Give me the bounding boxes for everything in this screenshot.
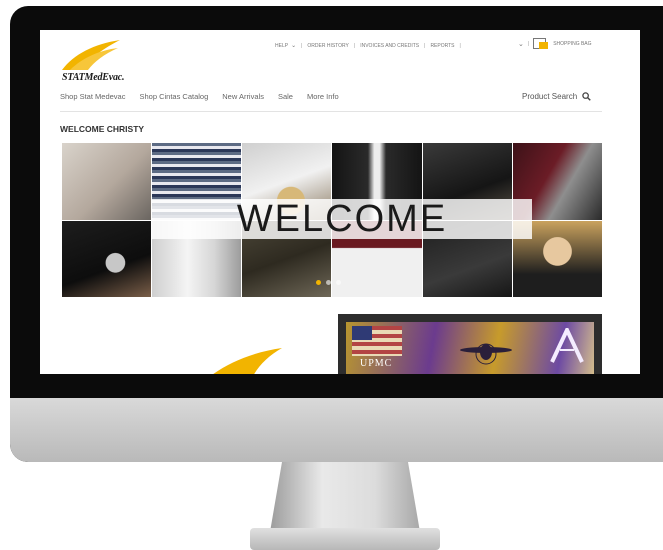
nav-shop-cintas-catalog[interactable]: Shop Cintas Catalog — [139, 92, 208, 101]
util-order-history[interactable]: ORDER HISTORY — [307, 43, 349, 49]
utility-nav: HELP ⌄ | ORDER HISTORY | INVOICES AND CR… — [275, 42, 463, 50]
plane-icon — [460, 343, 512, 365]
carousel-dot[interactable] — [326, 280, 331, 285]
hero-banner-text: WELCOME — [152, 198, 532, 240]
promo-banner[interactable]: UPMC — [338, 314, 602, 374]
logo-swoosh-icon — [62, 40, 120, 70]
monitor-chin — [10, 398, 663, 462]
carousel-dots — [316, 280, 341, 285]
carousel-dot[interactable] — [316, 280, 321, 285]
logo-text: STATMedEvac. — [62, 72, 125, 83]
flag-graphic — [352, 326, 402, 356]
util-help[interactable]: HELP — [275, 43, 288, 49]
carousel-dot[interactable] — [336, 280, 341, 285]
chevron-down-icon[interactable]: ⌄ — [518, 40, 524, 48]
util-separator: | — [527, 40, 530, 47]
hero-image-tile — [62, 143, 152, 220]
util-separator: | — [424, 42, 426, 49]
shopping-bag-icon[interactable] — [533, 38, 549, 49]
cart-count-badge — [539, 42, 549, 49]
nav-new-arrivals[interactable]: New Arrivals — [222, 92, 264, 101]
promo-text: UPMC — [360, 358, 393, 369]
util-separator: | — [301, 42, 303, 49]
nav-more-info[interactable]: More Info — [307, 92, 339, 101]
util-invoices-credits[interactable]: INVOICES AND CREDITS — [360, 43, 419, 49]
nav-sale[interactable]: Sale — [278, 92, 293, 101]
util-separator: | — [459, 42, 461, 49]
site-logo[interactable]: STATMedEvac. — [60, 36, 130, 84]
main-nav: Shop Stat Medevac Shop Cintas Catalog Ne… — [60, 92, 339, 101]
product-search[interactable]: Product Search — [522, 92, 591, 101]
browser-viewport: STATMedEvac. HELP ⌄ | ORDER HISTORY | IN… — [40, 30, 640, 374]
hero-image-tile — [62, 220, 152, 297]
a-logo-icon — [550, 328, 584, 363]
util-separator: | — [353, 42, 356, 49]
search-icon[interactable] — [582, 92, 591, 101]
shopping-bag-label[interactable]: SHOPPING BAG — [553, 41, 591, 47]
yellow-swoosh-graphic — [213, 348, 282, 374]
promo-image: UPMC — [346, 322, 594, 374]
util-reports[interactable]: REPORTS — [430, 43, 454, 49]
nav-shop-stat-medevac[interactable]: Shop Stat Medevac — [60, 92, 125, 101]
shopping-bag-link[interactable]: ⌄ | SHOPPING BAG — [518, 38, 592, 49]
monitor-base — [250, 528, 440, 550]
monitor-stand — [270, 462, 420, 532]
chevron-down-icon: ⌄ — [291, 43, 297, 49]
header-divider — [60, 111, 602, 112]
page-title: WELCOME CHRISTY — [60, 124, 145, 134]
product-search-label[interactable]: Product Search — [522, 92, 577, 101]
